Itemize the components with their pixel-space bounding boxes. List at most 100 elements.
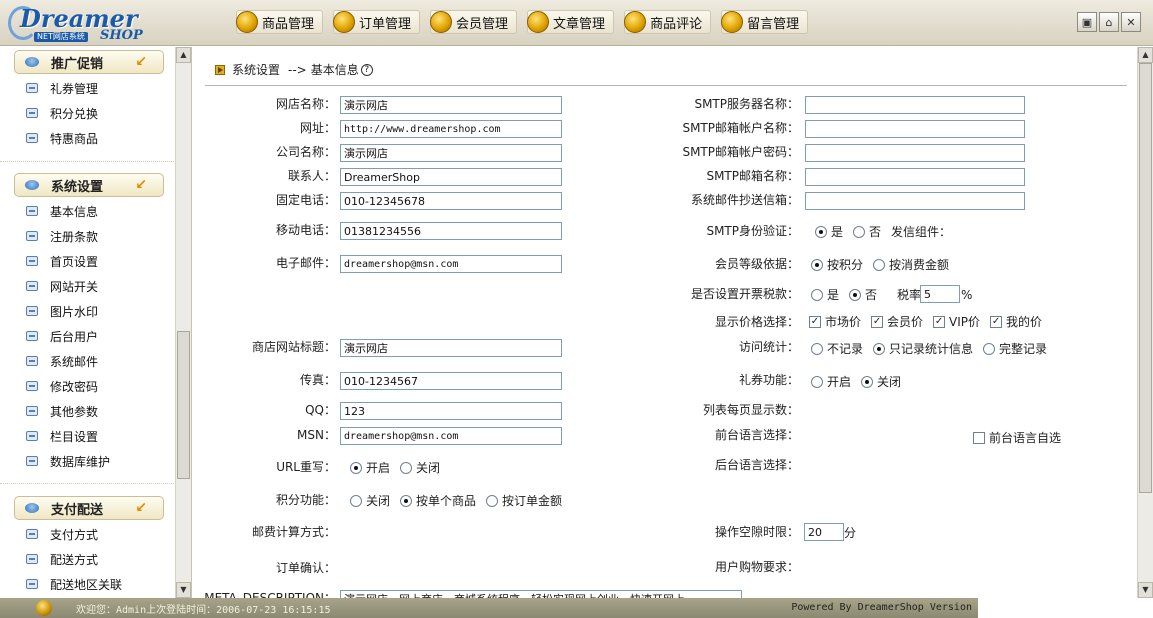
restore-icon[interactable]: ▣: [1077, 12, 1097, 32]
item-icon: [26, 529, 38, 539]
mail-component-label: 发信组件：: [891, 225, 952, 239]
sidebar-item-site-switch[interactable]: 网站开关: [26, 274, 98, 298]
points-per-order-radio[interactable]: [486, 495, 499, 507]
sidebar-item-specials[interactable]: 特惠商品: [26, 126, 98, 150]
market-price-checkbox[interactable]: ✓: [809, 316, 821, 328]
site-title-input[interactable]: [340, 339, 562, 357]
status-welcome-bar: 欢迎您：Admin上次登陆时间：2006-07-23 16:15:15 Powe…: [0, 598, 978, 618]
sidebar-item-terms[interactable]: 注册条款: [26, 224, 98, 248]
sidebar: 推广促销 ↙ 礼券管理 积分兑换 特惠商品 系统设置 ↙ 基本信息 注册条款 首页设…: [0, 47, 192, 598]
label-front-language: 前台语言选择：: [714, 428, 799, 442]
stats-full-radio[interactable]: [983, 343, 996, 355]
mobile-input[interactable]: [340, 222, 562, 240]
idle-timeout-input[interactable]: [804, 523, 844, 541]
nav-orders[interactable]: 订单管理: [333, 10, 421, 34]
my-price-checkbox[interactable]: ✓: [990, 316, 1003, 328]
scroll-down-icon[interactable]: ▼: [176, 582, 191, 598]
tax-rate-input[interactable]: [920, 285, 960, 303]
nav-reviews[interactable]: 商品评论: [624, 10, 712, 34]
sidebar-item-watermark[interactable]: 图片水印: [26, 299, 98, 323]
close-icon[interactable]: ✕: [1121, 12, 1141, 32]
sidebar-item-payment[interactable]: 支付方式: [26, 522, 98, 546]
item-icon: [26, 456, 38, 466]
level-by-spending-radio[interactable]: [873, 259, 886, 271]
stats-summary-radio[interactable]: [873, 343, 886, 355]
url-rewrite-off-radio[interactable]: [400, 462, 413, 474]
label-cc-mailbox: 系统邮件抄送信箱：: [690, 193, 799, 207]
sidebar-item-points-exchange[interactable]: 积分兑换: [26, 101, 98, 125]
help-icon[interactable]: ?: [360, 63, 373, 76]
scroll-up-icon[interactable]: ▲: [176, 47, 191, 63]
fax-input[interactable]: [340, 372, 562, 390]
smtp-account-input[interactable]: [805, 120, 1025, 138]
smtp-server-input[interactable]: [805, 96, 1025, 114]
invoice-tax-yes-radio[interactable]: [811, 289, 823, 301]
item-icon: [26, 579, 38, 589]
msn-input[interactable]: [340, 427, 562, 445]
item-icon: [26, 331, 38, 341]
sidebar-scrollbar[interactable]: ▲ ▼: [175, 47, 191, 598]
member-price-checkbox[interactable]: ✓: [871, 316, 884, 328]
url-rewrite-on-radio[interactable]: [350, 462, 362, 474]
shop-name-input[interactable]: [340, 96, 562, 114]
meta-description-input[interactable]: [340, 590, 742, 598]
sidebar-item-homepage[interactable]: 首页设置: [26, 249, 98, 273]
idle-timeout-unit: 分: [844, 526, 857, 540]
group-system-settings[interactable]: 系统设置 ↙: [14, 173, 164, 197]
vip-price-checkbox[interactable]: ✓: [933, 316, 946, 328]
label-company: 公司名称：: [275, 145, 336, 159]
divider: [205, 85, 1127, 86]
sidebar-item-basic-info[interactable]: 基本信息: [26, 199, 98, 223]
nav-articles[interactable]: 文章管理: [527, 10, 615, 34]
sidebar-item-db-maintenance[interactable]: 数据库维护: [26, 449, 110, 473]
smtp-mailbox-input[interactable]: [805, 168, 1025, 186]
label-msn: MSN：: [297, 428, 336, 442]
points-per-item-radio[interactable]: [400, 495, 413, 507]
scroll-down-icon[interactable]: ▼: [1138, 582, 1153, 598]
nav-products[interactable]: 商品管理: [236, 10, 324, 34]
nav-messages[interactable]: 留言管理: [721, 10, 809, 34]
scroll-thumb[interactable]: [1139, 63, 1152, 493]
label-url-rewrite: URL重写：: [276, 460, 336, 474]
smtp-auth-no-radio[interactable]: [853, 226, 866, 238]
sidebar-item-admin-users[interactable]: 后台用户: [26, 324, 98, 348]
item-icon: [26, 381, 38, 391]
sidebar-item-other-params[interactable]: 其他参数: [26, 399, 98, 423]
sidebar-item-coupons[interactable]: 礼券管理: [26, 76, 98, 100]
label-order-confirm: 订单确认：: [275, 561, 336, 575]
nav-ball-icon: [527, 11, 550, 33]
email-input[interactable]: [340, 255, 562, 273]
scroll-thumb[interactable]: [177, 331, 190, 479]
stats-none-radio[interactable]: [811, 343, 823, 355]
coupon-off-radio[interactable]: [861, 376, 874, 388]
cc-mailbox-input[interactable]: [805, 192, 1025, 210]
visit-stats-options: 不记录 只记录统计信息 完整记录: [811, 341, 1047, 357]
sidebar-item-region[interactable]: 配送地区关联: [26, 572, 122, 596]
level-by-points-radio[interactable]: [811, 259, 823, 271]
main-scrollbar[interactable]: ▲ ▼: [1137, 47, 1153, 598]
invoice-tax-no-radio[interactable]: [849, 289, 862, 301]
label-member-level: 会员等级依据：: [714, 257, 799, 271]
sidebar-item-columns[interactable]: 栏目设置: [26, 424, 98, 448]
smtp-auth-yes-radio[interactable]: [815, 226, 827, 238]
qq-input[interactable]: [340, 402, 562, 420]
group-payment-shipping[interactable]: 支付配送 ↙: [14, 496, 164, 520]
smtp-password-input[interactable]: [805, 144, 1025, 162]
coupon-on-radio[interactable]: [811, 376, 823, 388]
sidebar-item-system-mail[interactable]: 系统邮件: [26, 349, 98, 373]
sidebar-item-shipping[interactable]: 配送方式: [26, 547, 98, 571]
points-off-radio[interactable]: [350, 495, 362, 507]
home-icon[interactable]: ⌂: [1099, 12, 1119, 32]
phone-input[interactable]: [340, 192, 562, 210]
company-input[interactable]: [340, 144, 562, 162]
group-promotion[interactable]: 推广促销 ↙: [14, 50, 164, 74]
label-postage: 邮费计算方式：: [251, 525, 336, 539]
contact-input[interactable]: [340, 168, 562, 186]
scroll-up-icon[interactable]: ▲: [1138, 47, 1153, 63]
sidebar-item-change-password[interactable]: 修改密码: [26, 374, 98, 398]
item-icon: [26, 206, 38, 216]
url-input[interactable]: [340, 120, 562, 138]
group-icon: [25, 180, 39, 190]
nav-members[interactable]: 会员管理: [430, 10, 518, 34]
front-language-auto-checkbox[interactable]: [973, 432, 985, 444]
